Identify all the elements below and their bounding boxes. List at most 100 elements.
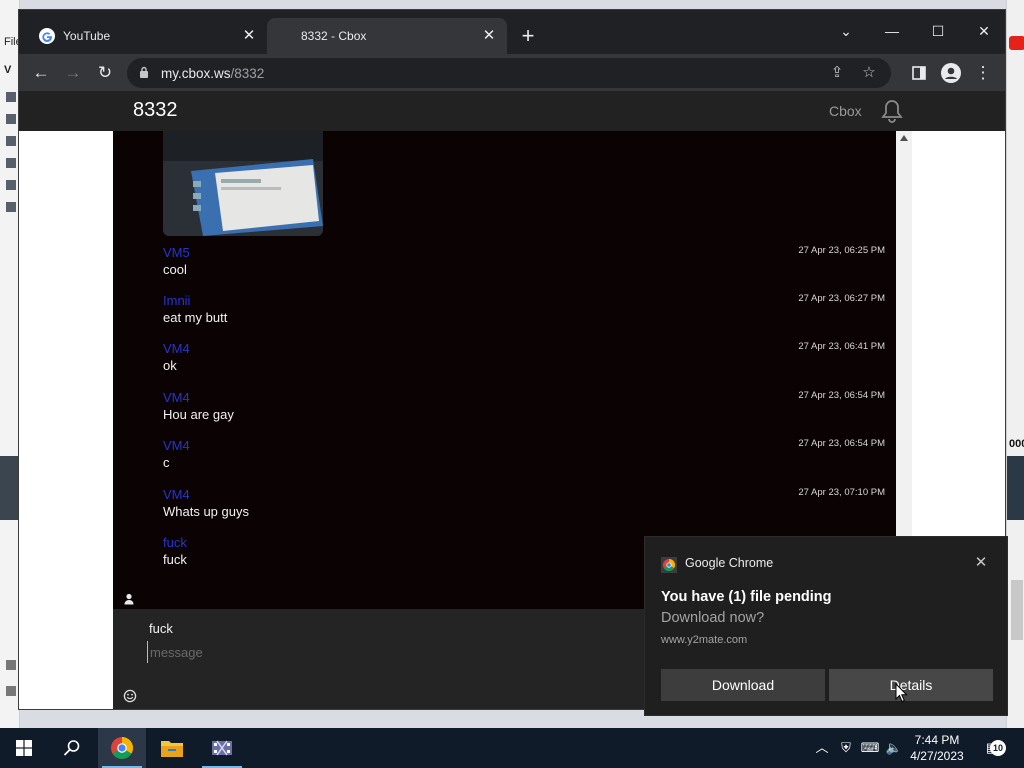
brand-link[interactable]: Cbox xyxy=(829,103,862,119)
message-username[interactable]: VM5 xyxy=(163,245,190,260)
background-label: V xyxy=(4,64,12,76)
background-panel xyxy=(0,456,20,520)
minimize-icon[interactable]: — xyxy=(869,16,915,46)
message-text: fuck xyxy=(163,552,187,567)
message-timestamp: 27 Apr 23, 06:54 PM xyxy=(798,390,885,401)
chat-message: VM4 27 Apr 23, 06:54 PM c xyxy=(163,436,885,480)
taskbar-media-app[interactable] xyxy=(198,728,246,768)
notification-subheading: Download now? xyxy=(661,610,765,626)
windows-logo-icon xyxy=(16,740,32,756)
maximize-icon[interactable]: ☐ xyxy=(915,16,961,46)
reload-icon[interactable]: ↻ xyxy=(91,59,119,87)
google-icon xyxy=(39,28,55,44)
network-icon[interactable]: ⌨ xyxy=(860,738,880,758)
details-button[interactable]: Details xyxy=(829,669,993,701)
tab-youtube[interactable]: YouTube ✕ xyxy=(27,18,267,54)
taskbar-clock[interactable]: 7:44 PM 4/27/2023 xyxy=(902,732,972,764)
browser-toolbar: ← → ↻ my.cbox.ws/8332 ⇪ ☆ ⋮ xyxy=(19,54,1005,91)
background-window-left: File V xyxy=(0,0,22,728)
profile-icon[interactable] xyxy=(937,59,965,87)
tab-search-chevron-icon[interactable]: ⌄ xyxy=(823,16,869,46)
tab-strip: YouTube ✕ 8332 - Cbox ✕ + ⌄ — ☐ ✕ xyxy=(19,10,1005,54)
message-text: Whats up guys xyxy=(163,504,249,519)
notification-heading: You have (1) file pending xyxy=(661,589,832,605)
address-bar[interactable]: my.cbox.ws/8332 ⇪ ☆ xyxy=(127,58,891,88)
chrome-icon xyxy=(661,557,677,573)
chat-message: Imnii 27 Apr 23, 06:27 PM eat my butt xyxy=(163,291,885,335)
mouse-cursor-icon xyxy=(895,683,908,703)
folder-icon xyxy=(6,114,16,124)
folder-icon xyxy=(6,202,16,212)
new-tab-icon[interactable]: + xyxy=(517,25,539,47)
shared-image[interactable] xyxy=(163,131,323,236)
tab-title: YouTube xyxy=(63,29,111,43)
chat-message: VM4 27 Apr 23, 07:10 PM Whats up guys xyxy=(163,485,885,529)
eye-icon xyxy=(6,660,16,670)
clock-time: 7:44 PM xyxy=(914,733,960,747)
security-tray-icon[interactable]: ⛨ xyxy=(836,738,856,758)
folder-icon xyxy=(6,136,16,146)
clock-date: 4/27/2023 xyxy=(910,749,964,763)
message-username[interactable]: VM4 xyxy=(163,487,190,502)
start-button[interactable] xyxy=(0,728,48,768)
youtube-icon xyxy=(1009,36,1024,50)
message-username[interactable]: VM4 xyxy=(163,341,190,356)
taskbar-file-explorer[interactable] xyxy=(148,728,196,768)
chat-message: VM5 27 Apr 23, 06:25 PM cool xyxy=(163,243,885,287)
download-button[interactable]: Download xyxy=(661,669,825,701)
search-button[interactable] xyxy=(48,728,96,768)
volume-icon[interactable]: 🔈 xyxy=(884,738,904,758)
message-username[interactable]: Imnii xyxy=(163,293,190,308)
chrome-icon xyxy=(111,737,133,759)
notification-count-badge: 10 xyxy=(990,740,1006,756)
page-title: 8332 xyxy=(133,99,178,121)
composer-name[interactable]: fuck xyxy=(149,621,173,636)
user-icon[interactable] xyxy=(123,593,135,605)
message-username[interactable]: fuck xyxy=(163,535,187,550)
message-text: Hou are gay xyxy=(163,407,234,422)
folder-icon xyxy=(6,180,16,190)
message-timestamp: 27 Apr 23, 06:54 PM xyxy=(798,438,885,449)
background-panel xyxy=(1007,456,1024,520)
download-notification: Google Chrome ✕ You have (1) file pendin… xyxy=(644,536,1008,716)
site-header: 8332 Cbox xyxy=(19,91,1005,131)
emoji-icon[interactable] xyxy=(123,689,137,703)
show-hidden-icons-chevron-icon[interactable]: ︿ xyxy=(812,738,832,758)
message-input[interactable] xyxy=(147,641,647,663)
taskbar-chrome[interactable] xyxy=(98,728,146,768)
message-username[interactable]: VM4 xyxy=(163,390,190,405)
tab-title: 8332 - Cbox xyxy=(301,29,367,43)
forward-arrow-icon[interactable]: → xyxy=(59,59,87,87)
menu-kebab-icon[interactable]: ⋮ xyxy=(969,59,997,87)
message-text: ok xyxy=(163,358,177,373)
background-scrollbar xyxy=(1011,580,1023,640)
notification-source: www.y2mate.com xyxy=(661,634,748,646)
share-icon[interactable]: ⇪ xyxy=(827,63,847,83)
close-notification-icon[interactable]: ✕ xyxy=(971,553,991,573)
chat-messages: VM5 27 Apr 23, 06:25 PM cool Imnii 27 Ap… xyxy=(113,131,896,589)
side-panel-icon[interactable] xyxy=(905,59,933,87)
bell-icon[interactable] xyxy=(879,98,905,124)
message-text: cool xyxy=(163,262,187,277)
chat-scrollbar[interactable] xyxy=(896,131,912,589)
eye-icon xyxy=(6,686,16,696)
scroll-up-arrow-icon[interactable] xyxy=(900,135,908,141)
url-text: my.cbox.ws/8332 xyxy=(161,66,264,81)
close-tab-icon[interactable]: ✕ xyxy=(241,28,257,44)
back-arrow-icon[interactable]: ← xyxy=(27,59,55,87)
tab-cbox[interactable]: 8332 - Cbox ✕ xyxy=(267,18,507,54)
taskbar: ︿ ⛨ ⌨ 🔈 7:44 PM 4/27/2023 ▤ xyxy=(0,728,1024,768)
chat-message: VM4 27 Apr 23, 06:41 PM ok xyxy=(163,339,885,383)
background-window-right: 000 xyxy=(1006,0,1024,728)
message-text: c xyxy=(163,455,170,470)
bookmark-star-icon[interactable]: ☆ xyxy=(859,63,879,83)
message-timestamp: 27 Apr 23, 07:10 PM xyxy=(798,487,885,498)
lock-icon xyxy=(140,66,148,78)
message-timestamp: 27 Apr 23, 06:41 PM xyxy=(798,341,885,352)
film-icon xyxy=(212,740,232,756)
message-text: eat my butt xyxy=(163,310,228,325)
message-username[interactable]: VM4 xyxy=(163,438,190,453)
close-window-icon[interactable]: ✕ xyxy=(961,16,1005,46)
close-tab-icon[interactable]: ✕ xyxy=(481,28,497,44)
search-icon xyxy=(63,740,80,756)
